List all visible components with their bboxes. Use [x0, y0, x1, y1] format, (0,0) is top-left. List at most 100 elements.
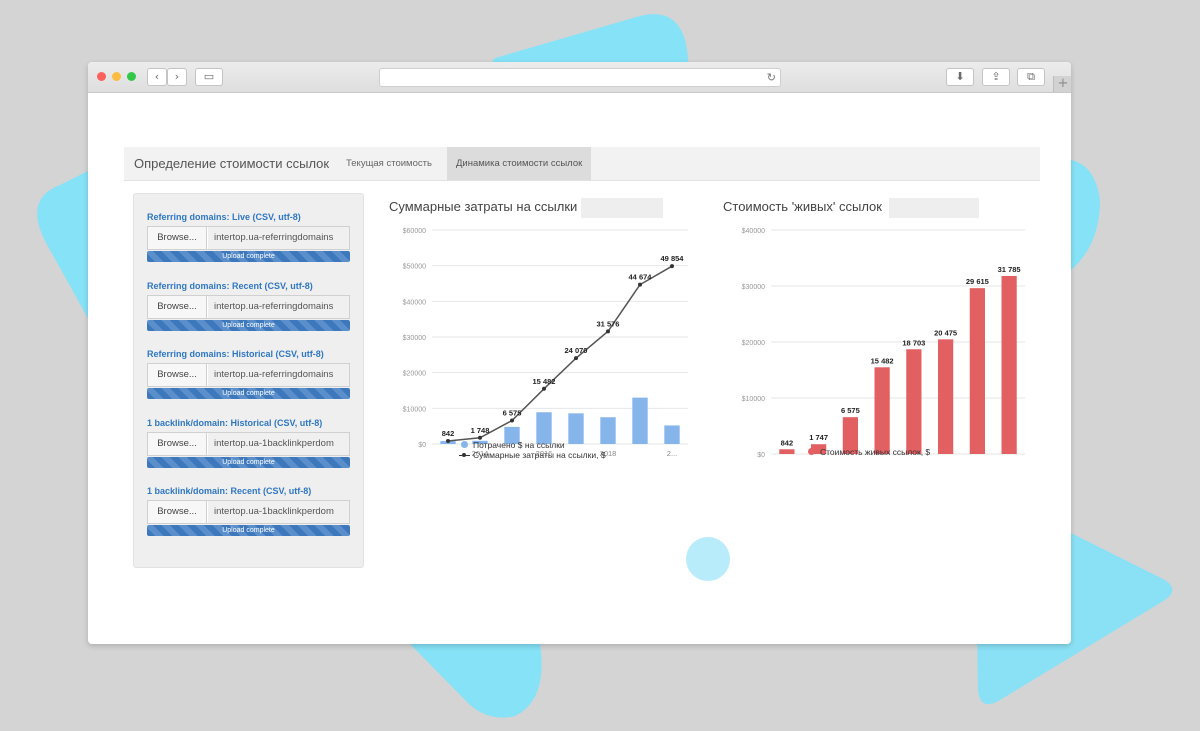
y-tick-label: $50000 [403, 264, 426, 271]
x-tick-label: 2014 [810, 459, 827, 460]
deco-triangle-right [1071, 160, 1100, 270]
sidebar-icon[interactable]: ▭ [195, 68, 223, 86]
bar [969, 288, 985, 454]
tab-bar-title: Определение стоимости ссылок [134, 156, 330, 171]
file-input[interactable]: Browse... intertop.ua-referringdomains [147, 295, 350, 319]
y-tick-label: $30000 [742, 284, 765, 291]
data-label: 31 785 [998, 265, 1021, 274]
upload-group: 1 backlink/domain: Historical (CSV, utf-… [147, 417, 350, 468]
line-point [542, 386, 546, 391]
chart-plot: $0$10000$20000$30000$40000$50000$6000020… [403, 228, 688, 458]
browse-button[interactable]: Browse... [148, 296, 207, 318]
file-name: intertop.ua-referringdomains [208, 364, 349, 386]
line-point [638, 282, 642, 287]
legend-marker [459, 453, 470, 457]
chart-title: Стоимость 'живых' ссылок [723, 199, 882, 214]
chart-title: Суммарные затраты на ссылки [389, 199, 578, 214]
data-label: 6 575 [841, 406, 860, 415]
upload-group: Referring domains: Historical (CSV, utf-… [147, 348, 350, 399]
y-tick-label: $0 [757, 452, 765, 459]
file-input[interactable]: Browse... intertop.ua-referringdomains [147, 363, 350, 387]
y-tick-label: $10000 [742, 396, 765, 403]
upload-progress-bar: Upload complete [147, 388, 350, 399]
legend-marker [808, 448, 815, 455]
total-spend-chart: Суммарные затраты на ссылки $0 $10000 $200… [389, 190, 719, 480]
file-input[interactable]: Browse... intertop.ua-referringdomains [147, 226, 350, 250]
file-name: intertop.ua-1backlinkperdom [208, 501, 349, 523]
chart-legend: Потрачено $ на ссылки Суммарные затраты … [459, 440, 606, 460]
y-tick-label: $30000 [403, 335, 426, 342]
deco-triangle-bottom [410, 644, 542, 718]
tabs-overview-icon[interactable]: ⧉ [1017, 68, 1045, 86]
deco-triangle-left [37, 170, 90, 322]
upload-progress-bar: Upload complete [147, 525, 350, 536]
y-tick-label: $20000 [403, 371, 426, 378]
chart-legend: Стоимость живых ссылок, $ [808, 447, 930, 457]
upload-group: Referring domains: Recent (CSV, utf-8) B… [147, 280, 350, 331]
app-tab-bar: Определение стоимости ссылок Текущая сто… [124, 147, 1040, 181]
x-tick-label: 2... [1004, 459, 1014, 460]
upload-label: Referring domains: Historical (CSV, utf-… [147, 349, 324, 359]
reload-icon[interactable]: ↻ [767, 69, 776, 86]
x-tick-label: 2018 [937, 459, 954, 460]
browser-toolbar: ‹ › ▭ ↻ ⬇ ⇪ ⧉ + [88, 62, 1071, 93]
address-bar[interactable]: ↻ [379, 68, 781, 87]
upload-progress-bar: Upload complete [147, 320, 350, 331]
browse-button[interactable]: Browse... [148, 433, 207, 455]
legend-label: Суммарные затраты на ссылки, $ [473, 450, 606, 460]
bar [906, 349, 922, 454]
y-tick-label: $0 [418, 442, 426, 449]
zoom-window-button[interactable] [127, 72, 136, 81]
share-icon[interactable]: ⇪ [982, 68, 1010, 86]
minimize-window-button[interactable] [112, 72, 121, 81]
live-links-cost-chart: Стоимость 'живых' ссылок $0 $10000 $20000 $… [723, 190, 1053, 480]
tab-current-cost[interactable]: Текущая стоимость [337, 147, 441, 180]
upload-progress-bar: Upload complete [147, 251, 350, 262]
data-label: 31 576 [597, 319, 620, 328]
upload-group: Referring domains: Live (CSV, utf-8) Bro… [147, 211, 350, 262]
browse-button[interactable]: Browse... [148, 364, 207, 386]
download-icon[interactable]: ⬇ [946, 68, 974, 86]
file-name: intertop.ua-referringdomains [208, 227, 349, 249]
data-label: 842 [442, 429, 455, 438]
browse-button[interactable]: Browse... [148, 227, 207, 249]
data-label: 1 747 [809, 433, 828, 442]
browse-button[interactable]: Browse... [148, 501, 207, 523]
data-label: 20 475 [934, 328, 957, 337]
upload-panel: Referring domains: Live (CSV, utf-8) Bro… [133, 193, 364, 568]
x-tick-label: 2016 [874, 459, 891, 460]
data-label: 15 482 [533, 377, 556, 386]
decorative-circle [686, 537, 730, 581]
data-label: 29 615 [966, 277, 989, 286]
line-point [510, 418, 514, 423]
file-input[interactable]: Browse... intertop.ua-1backlinkperdom [147, 432, 350, 456]
y-tick-label: $60000 [403, 228, 426, 235]
new-tab-icon[interactable]: + [1053, 76, 1071, 92]
close-window-button[interactable] [97, 72, 106, 81]
title-placeholder [581, 198, 663, 218]
line-point [574, 356, 578, 361]
upload-group: 1 backlink/domain: Recent (CSV, utf-8) B… [147, 485, 350, 536]
legend-label: Стоимость живых ссылок, $ [820, 447, 931, 457]
data-label: 1 748 [471, 426, 490, 435]
data-label: 24 070 [565, 346, 588, 355]
title-placeholder [889, 198, 979, 218]
legend-marker [461, 441, 468, 448]
data-label: 49 854 [661, 254, 685, 263]
file-name: intertop.ua-1backlinkperdom [208, 433, 349, 455]
x-tick-label: 2... [667, 449, 677, 458]
data-label: 18 703 [902, 338, 925, 347]
upload-label: Referring domains: Live (CSV, utf-8) [147, 212, 301, 222]
data-label: 842 [781, 438, 794, 447]
line-point [670, 264, 674, 269]
tab-cost-dynamics[interactable]: Динамика стоимости ссылок [447, 147, 592, 180]
line-point [446, 438, 450, 443]
data-label: 6 575 [503, 409, 522, 418]
line-point [606, 329, 610, 334]
forward-icon[interactable]: › [167, 68, 187, 86]
bar [938, 339, 954, 454]
upload-label: 1 backlink/domain: Recent (CSV, utf-8) [147, 486, 312, 496]
bar [874, 367, 890, 454]
back-icon[interactable]: ‹ [147, 68, 167, 86]
file-input[interactable]: Browse... intertop.ua-1backlinkperdom [147, 500, 350, 524]
